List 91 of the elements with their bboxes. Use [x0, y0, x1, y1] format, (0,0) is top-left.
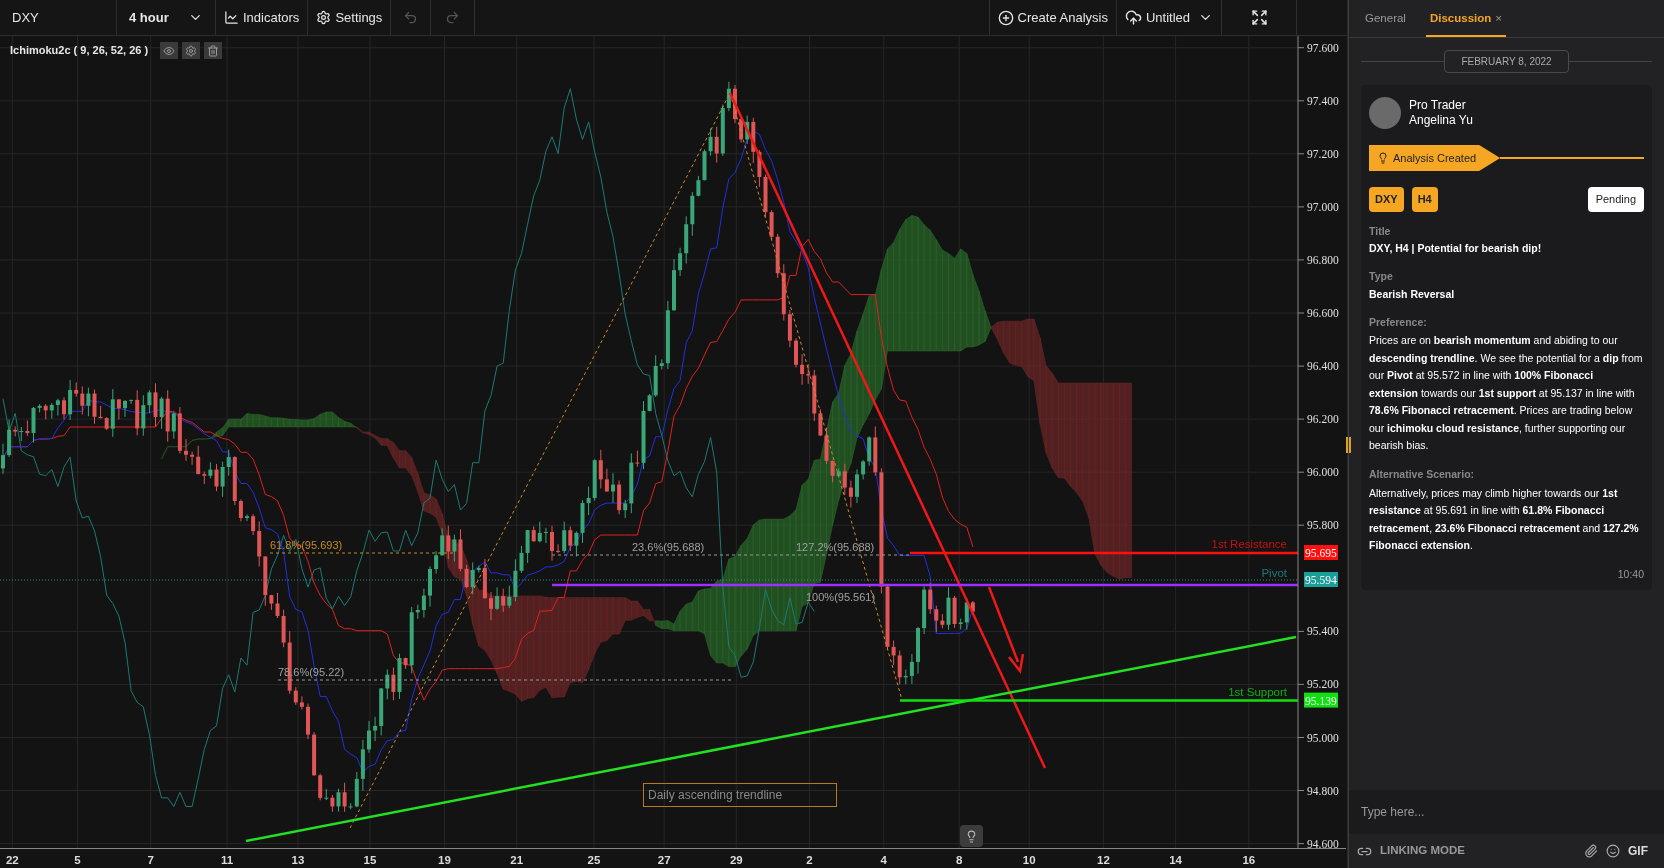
- close-tab-icon[interactable]: ×: [1495, 9, 1502, 27]
- time-axis-label: 15: [363, 853, 377, 868]
- date-separator: FEBRUARY 8, 2022: [1444, 50, 1569, 73]
- time-axis-label: 10: [1022, 853, 1036, 868]
- price-tag: 95.594: [1304, 572, 1338, 587]
- price-axis-label: 96.200: [1307, 413, 1339, 426]
- settings-button[interactable]: [182, 42, 201, 59]
- status-badge: Pending: [1587, 187, 1644, 212]
- time-axis-label: 21: [510, 853, 524, 868]
- field-value: DXY, H4 | Potential for bearish dip!: [1369, 241, 1543, 257]
- price-axis-label: 97.400: [1307, 94, 1339, 107]
- status-banner: Analysis Created: [1369, 145, 1501, 171]
- time-axis-label: 5: [74, 853, 81, 868]
- avatar: [1369, 97, 1401, 129]
- field-value: Bearish Reversal: [1369, 286, 1456, 302]
- field-label: Type: [1369, 269, 1394, 284]
- time-axis-label: 16: [1242, 853, 1256, 868]
- plus-icon: [997, 9, 1014, 26]
- field-text: Alternatively, prices may climb higher towards our 1st resistance at 95.691 in line with 61.8% Fibonacci retracement, 23.6% Fibonacci retracement and 127.2% Fibonacci extension.: [1369, 485, 1640, 553]
- time-axis-label: 14: [1169, 853, 1182, 868]
- price-axis-label: 95.800: [1307, 519, 1339, 532]
- fibonacci-label: 23.6%(95.688): [632, 541, 705, 553]
- time-axis-label: 13: [291, 853, 305, 868]
- timestamp: 10:40: [1617, 566, 1644, 582]
- emoji-icon[interactable]: [1606, 844, 1620, 858]
- level-label: 1st Resistance: [1211, 538, 1287, 550]
- time-axis-label: 22: [5, 853, 19, 868]
- price-axis-label: 95.400: [1307, 625, 1339, 638]
- chart-icon: [224, 10, 239, 25]
- price-axis-label: 97.600: [1307, 41, 1339, 54]
- interval-dropdown[interactable]: 4 hour: [117, 0, 216, 35]
- cloud-upload-icon: [1124, 9, 1142, 26]
- price-axis-label: 96.800: [1307, 253, 1339, 266]
- resize-handle[interactable]: [1346, 437, 1351, 453]
- time-axis-label: 12: [1097, 853, 1110, 868]
- fibonacci-label: 127.2%(95.688): [796, 541, 875, 553]
- price-tag: 95.695: [1304, 545, 1338, 560]
- trash-icon: [207, 44, 220, 57]
- visibility-button[interactable]: [160, 42, 179, 59]
- field-label: Alternative Scenario:: [1369, 466, 1476, 482]
- undo-icon: [403, 10, 419, 25]
- idea-button[interactable]: [960, 825, 983, 847]
- price-axis-label: 96.400: [1307, 360, 1339, 373]
- time-axis-label: 11: [220, 853, 234, 868]
- symbol-label[interactable]: DXY: [0, 0, 117, 35]
- time-axis-label: 2: [806, 853, 813, 868]
- indicator-legend: Ichimoku2c ( 9, 26, 52, 26 ): [10, 42, 149, 59]
- delete-button[interactable]: [204, 42, 223, 59]
- price-axis-label: 97.000: [1307, 200, 1339, 213]
- settings-icon: [316, 10, 332, 25]
- toolbar-button[interactable]: Indicators: [216, 0, 309, 35]
- time-axis-label: 4: [880, 853, 887, 868]
- level-label: Pivot: [1261, 567, 1287, 579]
- price-axis-label: 94.600: [1307, 837, 1339, 848]
- fullscreen-icon: [1250, 9, 1268, 26]
- time-axis-label: 8: [956, 853, 963, 868]
- lightbulb-icon: [965, 829, 978, 843]
- toolbar-button[interactable]: Settings: [308, 0, 392, 35]
- price-axis-label: 97.200: [1307, 147, 1339, 160]
- settings-icon: [185, 44, 198, 57]
- price-tag: 95.139: [1304, 692, 1338, 708]
- time-axis-label: 29: [729, 853, 743, 868]
- gif-button[interactable]: GIF: [1628, 842, 1656, 860]
- level-label: 1st Support: [1228, 686, 1287, 698]
- price-axis-label: 96.000: [1307, 466, 1339, 479]
- time-axis-label: 25: [587, 853, 601, 868]
- panel-tab[interactable]: Discussion ×: [1425, 9, 1506, 37]
- time-axis-label: 27: [657, 853, 671, 868]
- price-axis-label: 95.000: [1307, 731, 1339, 744]
- price-axis-label: 96.600: [1307, 307, 1339, 319]
- author-role: Pro Trader: [1409, 98, 1467, 113]
- trendline-note: Daily ascending trendline: [643, 783, 837, 807]
- symbol-tag: DXY: [1369, 187, 1404, 212]
- time-axis-label: 7: [147, 853, 154, 868]
- author-name: Angelina Yu: [1409, 113, 1473, 128]
- fibonacci-label: 100%(95.561): [806, 591, 876, 603]
- field-label: Preference:: [1369, 314, 1428, 330]
- create-analysis-button[interactable]: Create Analysis: [989, 0, 1117, 35]
- price-axis-label: 94.800: [1307, 784, 1339, 797]
- symbol-tag: H4: [1411, 187, 1438, 212]
- field-text: Prices are on bearish momentum and abiding to our descending trendline. We see the potential for a dip from our Pivot at 95.572 in line with 100% Fibonacci extension towards our 1st support at 95.137 in line with 78.6% Fibonacci retracement. Prices are trading below our ichimoku cloud resistance, further supporting our bearish bias.: [1369, 333, 1644, 454]
- field-label: Title: [1369, 223, 1392, 239]
- linking-mode-label[interactable]: LINKING MODE: [1380, 842, 1465, 860]
- eye-icon: [163, 44, 176, 57]
- layout-dropdown[interactable]: Untitled: [1116, 0, 1222, 35]
- attach-icon[interactable]: [1584, 844, 1598, 858]
- redo-icon: [445, 10, 461, 25]
- price-axis-label: 95.200: [1307, 678, 1339, 691]
- panel-tab[interactable]: General: [1361, 9, 1410, 37]
- message-input[interactable]: Type here...: [1349, 790, 1664, 834]
- time-axis-label: 19: [438, 853, 451, 868]
